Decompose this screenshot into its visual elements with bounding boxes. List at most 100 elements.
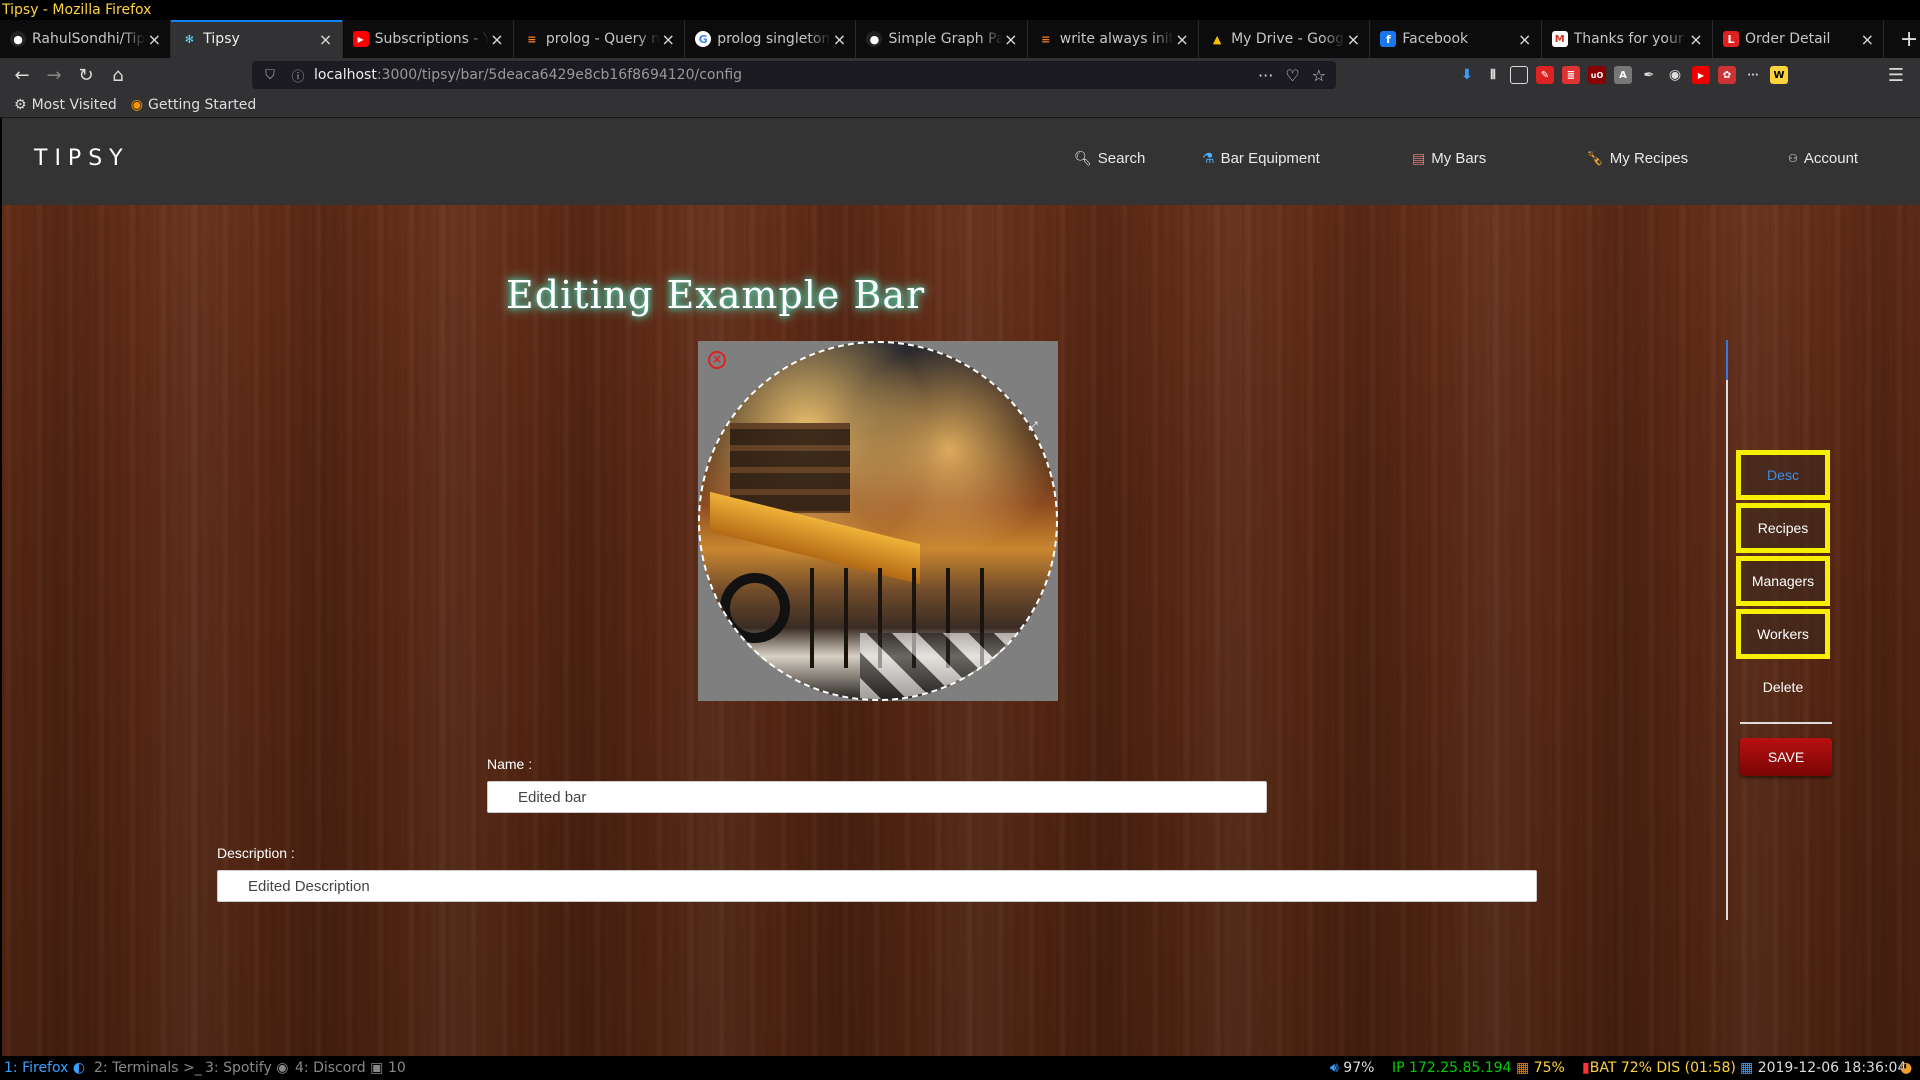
close-icon[interactable]: × [318, 30, 334, 49]
side-tab-desc[interactable]: Desc [1736, 450, 1830, 500]
chrome-tray-icon[interactable]: ◕ [1900, 1056, 1912, 1080]
tab-title: Facebook [1402, 31, 1469, 47]
google-icon: G [695, 31, 712, 47]
description-input[interactable]: Edited Description [217, 870, 1537, 902]
tab-write-always[interactable]: ≡ write always init × [1028, 20, 1200, 58]
tab-order-detail[interactable]: L Order Detail × [1713, 20, 1885, 58]
library-icon[interactable]: ⫴ [1484, 66, 1502, 84]
side-tab-recipes[interactable]: Recipes [1736, 503, 1830, 553]
side-tab-label: Workers [1757, 626, 1809, 642]
close-icon[interactable]: × [831, 30, 847, 49]
resize-handle-icon[interactable]: ⤢ [1028, 419, 1038, 434]
tab-facebook[interactable]: f Facebook × [1370, 20, 1542, 58]
more-actions-icon[interactable]: ··· [1258, 66, 1273, 85]
tab-title: Tipsy [203, 31, 240, 47]
tab-title: Order Detail [1744, 31, 1831, 47]
close-icon[interactable]: × [1517, 30, 1533, 49]
tab-title: My Drive - Google [1231, 31, 1346, 47]
arrow-left-icon: ← [14, 64, 30, 86]
tab-tipsy[interactable]: ✻ Tipsy × [171, 20, 343, 58]
close-icon[interactable]: × [489, 30, 505, 49]
battery-status: ▮BAT 72% DIS (01:58) [1582, 1056, 1736, 1080]
volume-value: 97% [1343, 1060, 1375, 1076]
stackoverflow-icon: ≡ [527, 32, 537, 46]
bookmark-label: Getting Started [148, 96, 257, 113]
close-icon[interactable]: × [1345, 30, 1361, 49]
workspace-spotify[interactable]: 3: Spotify ◉ [205, 1056, 288, 1080]
brand-logo[interactable]: TIPSY [34, 146, 130, 171]
workspace-terminals[interactable]: 2: Terminals >_ [94, 1056, 202, 1080]
info-icon[interactable]: ⓘ [288, 66, 308, 85]
tab-gmail[interactable]: M Thanks for your c × [1542, 20, 1713, 58]
nav-my-bars[interactable]: ▤ My Bars [1412, 150, 1486, 167]
nav-my-recipes[interactable]: 🍾︎ My Recipes [1586, 150, 1688, 167]
side-tab-label: Managers [1751, 573, 1815, 589]
wifi-status: ▦ 75% [1516, 1056, 1565, 1080]
shield-icon[interactable]: ⛉ [260, 68, 280, 83]
calendar-icon: ▦ [1740, 1060, 1754, 1076]
nav-label: Search [1097, 150, 1146, 167]
more-extensions-icon[interactable]: ··· [1744, 66, 1762, 84]
close-icon[interactable]: × [1174, 30, 1190, 49]
url-path: :3000/tipsy/bar/5deaca6429e8cb16f8694120… [376, 67, 743, 83]
pocket-icon[interactable]: ♡ [1285, 66, 1299, 85]
close-icon[interactable]: × [1859, 30, 1875, 49]
tab-google-drive[interactable]: ▲ My Drive - Google × [1199, 20, 1371, 58]
url-bar[interactable]: ⛉ ⓘ localhost:3000/tipsy/bar/5deaca6429e… [252, 61, 1336, 89]
download-icon[interactable]: ⬇ [1458, 66, 1476, 84]
red-extension-icon[interactable]: ✿ [1718, 66, 1736, 84]
ublock-icon[interactable]: uO [1588, 66, 1606, 84]
equipment-icon: ⚗ [1202, 150, 1215, 166]
github-icon: ● [866, 31, 883, 47]
tab-github-tipsy[interactable]: ● RahulSondhi/Tipsy × [0, 20, 172, 58]
side-tab-workers[interactable]: Workers [1736, 609, 1830, 659]
close-icon[interactable]: × [1688, 30, 1704, 49]
tab-title: prolog - Query not [545, 31, 660, 47]
url-text[interactable]: localhost:3000/tipsy/bar/5deaca6429e8cb1… [314, 67, 1258, 83]
tab-prolog-query[interactable]: ≡ prolog - Query not × [514, 20, 686, 58]
workspace-discord[interactable]: 4: Discord ▣ [295, 1056, 383, 1080]
workspace-10[interactable]: 10 [388, 1056, 406, 1080]
delete-button[interactable]: Delete [1736, 672, 1830, 702]
tab-youtube[interactable]: ▶ Subscriptions - YouTube × [343, 20, 514, 58]
firefox-icon: ◐ [72, 1060, 86, 1076]
bookmark-star-icon[interactable]: ☆ [1312, 66, 1326, 85]
nav-bar-equipment[interactable]: ⚗ Bar Equipment [1202, 150, 1320, 167]
tab-simple-graph[interactable]: ● Simple Graph Pa × [856, 20, 1028, 58]
workspace-label: 3: Spotify [205, 1060, 272, 1076]
grey-extension-icon[interactable]: A [1614, 66, 1632, 84]
pen-extension-icon[interactable]: ✎ [1536, 66, 1554, 84]
bookmark-getting-started[interactable]: ◉ Getting Started [131, 97, 256, 113]
close-icon[interactable]: × [660, 30, 676, 49]
bar-image-crop[interactable] [698, 341, 1058, 701]
workspace-firefox[interactable]: 1: Firefox ◐ [4, 1056, 85, 1080]
w-extension-icon[interactable]: W [1770, 66, 1788, 84]
tab-prolog-singleton[interactable]: G prolog singleton × [685, 20, 857, 58]
close-icon[interactable]: × [146, 30, 162, 49]
bookmark-most-visited[interactable]: ⚙ Most Visited [14, 97, 117, 113]
sidebar-icon[interactable] [1510, 66, 1528, 84]
nav-label: Account [1803, 150, 1859, 167]
youtube-extension-icon[interactable]: ▶ [1692, 66, 1710, 84]
account-extension-icon[interactable]: ◉ [1666, 66, 1684, 84]
navigation-toolbar: ← → ↻ ⌂ ⛉ ⓘ localhost:3000/tipsy/bar/5de… [0, 58, 1920, 92]
save-button[interactable]: SAVE [1740, 738, 1832, 776]
side-tab-label: Desc [1767, 467, 1799, 483]
home-button[interactable]: ⌂ [102, 61, 134, 89]
new-tab-button[interactable]: + [1898, 20, 1920, 58]
hamburger-menu-button[interactable]: ☰ [1882, 61, 1910, 89]
feather-extension-icon[interactable]: ✒ [1640, 66, 1658, 84]
nav-account[interactable]: ⚇ Account [1788, 150, 1858, 167]
close-icon[interactable]: × [1003, 30, 1019, 49]
name-input[interactable]: Edited bar [487, 781, 1267, 813]
remove-image-icon[interactable]: × [708, 351, 726, 369]
bar-image-editor[interactable]: × ⤢ [698, 341, 1058, 701]
facebook-icon: f [1380, 31, 1397, 47]
reload-button[interactable]: ↻ [70, 61, 102, 89]
back-button[interactable]: ← [6, 61, 38, 89]
terminal-icon: >_ [183, 1060, 202, 1076]
side-tab-managers[interactable]: Managers [1736, 556, 1830, 606]
stack-extension-icon[interactable]: ≣ [1562, 66, 1580, 84]
forward-button[interactable]: → [38, 61, 70, 89]
nav-search[interactable]: 🔍︎ Search [1074, 150, 1145, 167]
